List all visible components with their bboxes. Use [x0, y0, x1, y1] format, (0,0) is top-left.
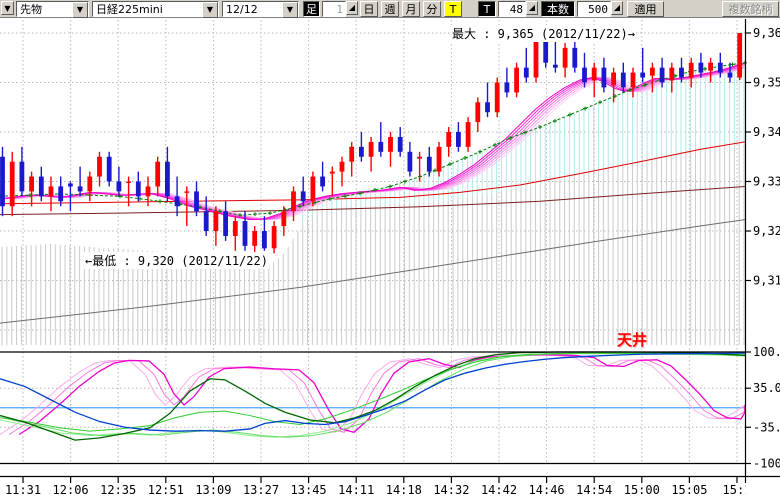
category-combobox[interactable]: 先物 ▼ — [16, 1, 89, 17]
bars-toggle-button[interactable]: 本数 — [541, 1, 575, 17]
svg-text:100.00: 100.00 — [753, 345, 780, 359]
svg-text:15:05: 15:05 — [671, 483, 707, 497]
mini-dropdown-button[interactable]: ▼ — [1, 1, 14, 15]
svg-text:15:00: 15:00 — [624, 483, 660, 497]
svg-text:9,365: 9,365 — [753, 26, 780, 40]
bars-count-input[interactable]: 500 — [577, 1, 611, 17]
max-price-annotation: 最大 : 9,365 (2012/11/22)→ — [451, 25, 636, 42]
category-value: 先物 — [17, 2, 72, 16]
period-week-button[interactable]: 週 — [381, 1, 399, 17]
svg-text:11:31: 11:31 — [5, 483, 41, 497]
contract-date-value: 12/12 — [223, 2, 282, 16]
svg-text:14:32: 14:32 — [433, 483, 469, 497]
ashi-toggle-button[interactable]: 足 — [303, 1, 320, 17]
spin-icon: ◢ — [614, 3, 620, 12]
svg-text:12:51: 12:51 — [148, 483, 184, 497]
svg-text:14:11: 14:11 — [338, 483, 374, 497]
contract-date-combobox[interactable]: 12/12 ▼ — [222, 1, 299, 17]
interval-spin-button[interactable]: ◢ — [346, 1, 358, 15]
chevron-down-icon[interactable]: ▼ — [282, 2, 298, 18]
chevron-down-icon: ▼ — [4, 4, 10, 13]
toolbar: ▼ 先物 ▼ 日経225mini ▼ 12/12 ▼ 足 1 ◢ 日 週 月 分… — [0, 0, 780, 18]
svg-text:13:09: 13:09 — [195, 483, 231, 497]
multi-symbol-button[interactable]: 複数銘柄 — [722, 1, 779, 17]
period-day-button[interactable]: 日 — [360, 1, 378, 17]
svg-text:35.00: 35.00 — [753, 381, 780, 395]
svg-text:-100.00: -100.00 — [753, 457, 780, 471]
spin-icon: ◢ — [349, 3, 355, 12]
chevron-down-icon[interactable]: ▼ — [72, 2, 88, 18]
spin-icon: ◢ — [529, 3, 535, 12]
svg-text:12:06: 12:06 — [53, 483, 89, 497]
min-price-annotation: ←最低 : 9,320 (2012/11/22) — [84, 252, 269, 269]
svg-text:13:27: 13:27 — [243, 483, 279, 497]
chevron-down-icon[interactable]: ▼ — [202, 2, 218, 18]
svg-text:12:35: 12:35 — [100, 483, 136, 497]
svg-text:9,325: 9,325 — [753, 224, 780, 238]
tick-count-spin-button[interactable]: ◢ — [526, 1, 538, 15]
svg-text:9,355: 9,355 — [753, 76, 780, 90]
svg-text:14:18: 14:18 — [386, 483, 422, 497]
period-month-button[interactable]: 月 — [402, 1, 420, 17]
symbol-value: 日経225mini — [93, 2, 202, 16]
svg-text:9,335: 9,335 — [753, 175, 780, 189]
tick-mode-button-active[interactable]: T — [444, 1, 462, 17]
svg-text:9,315: 9,315 — [753, 274, 780, 288]
period-minute-button[interactable]: 分 — [423, 1, 441, 17]
chart-area[interactable]: 9,365 9,355 9,345 9,335 9,325 9,315 100.00 35.0… — [0, 18, 780, 500]
symbol-combobox[interactable]: 日経225mini ▼ — [92, 1, 219, 17]
svg-text:14:42: 14:42 — [481, 483, 517, 497]
svg-text:14:54: 14:54 — [576, 483, 612, 497]
tick-count-input[interactable]: 48 — [498, 1, 526, 17]
bars-count-spin-button[interactable]: ◢ — [611, 1, 623, 15]
apply-button[interactable]: 適用 — [627, 1, 664, 17]
tick-unit-toggle-button[interactable]: T — [478, 1, 496, 17]
svg-text:14:46: 14:46 — [529, 483, 565, 497]
svg-text:9,345: 9,345 — [753, 125, 780, 139]
svg-text:13:45: 13:45 — [291, 483, 327, 497]
ceiling-annotation: 天井 — [616, 329, 648, 350]
svg-text:-35.00: -35.00 — [753, 420, 780, 434]
interval-input[interactable]: 1 — [322, 1, 346, 17]
svg-text:15:1: 15:1 — [723, 483, 752, 497]
